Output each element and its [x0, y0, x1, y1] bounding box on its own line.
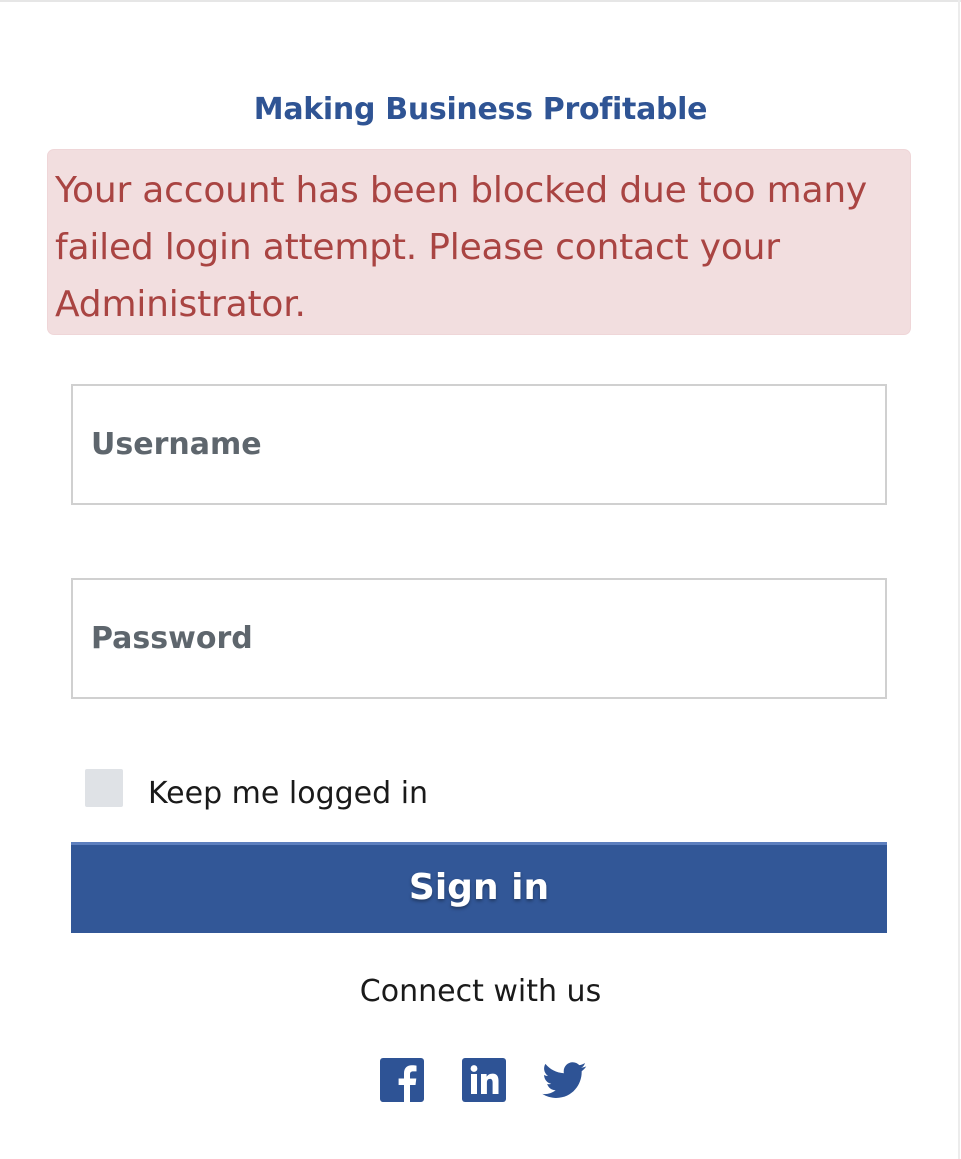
linkedin-icon[interactable]	[462, 1058, 506, 1102]
sign-in-button[interactable]: Sign in	[71, 842, 887, 933]
keep-logged-in-row[interactable]: Keep me logged in	[85, 769, 428, 811]
keep-logged-in-label: Keep me logged in	[148, 775, 429, 811]
username-field[interactable]	[71, 384, 887, 505]
keep-logged-in-checkbox[interactable]	[85, 769, 123, 807]
connect-with-us-label: Connect with us	[359, 974, 602, 1009]
password-field[interactable]	[71, 578, 887, 699]
top-border	[0, 0, 961, 2]
twitter-icon[interactable]	[542, 1058, 587, 1102]
page-tagline: Making Business Profitable	[253, 92, 708, 127]
error-alert: Your account has been blocked due too ma…	[47, 149, 911, 335]
facebook-icon[interactable]	[380, 1058, 424, 1102]
